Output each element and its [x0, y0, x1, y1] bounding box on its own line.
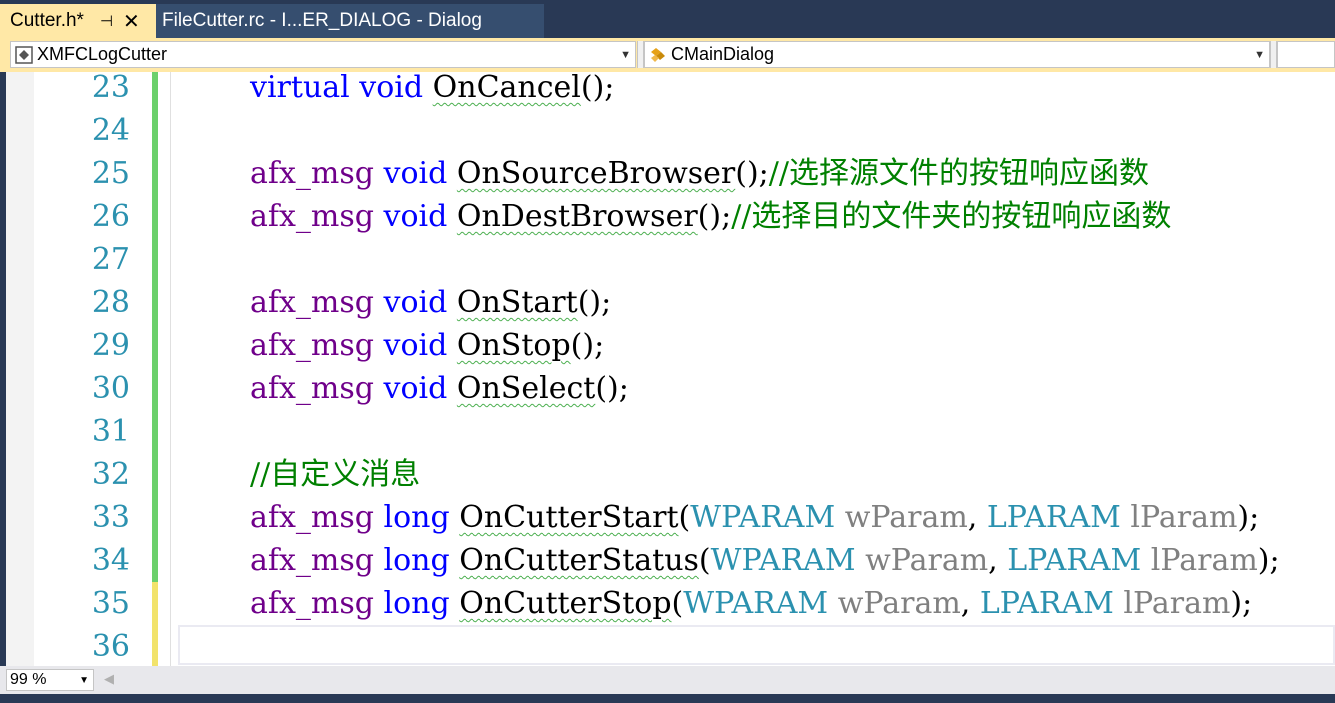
line-number: 31	[91, 414, 130, 449]
zoom-value: 99 %	[10, 671, 47, 688]
code-line: 33 afx_msg long OnCutterStart(WPARAM wPa…	[6, 496, 1335, 539]
code-line: 32 //自定义消息	[6, 453, 1335, 496]
project-dropdown[interactable]: XMFCLogCutter ▼	[10, 41, 636, 68]
code-line: 30 afx_msg void OnSelect();	[6, 367, 1335, 410]
tab-label: Cutter.h*	[10, 10, 84, 31]
code-text: afx_msg void OnSourceBrowser();//选择源文件的按…	[250, 156, 1149, 191]
tab-cutter-h[interactable]: Cutter.h* ⊣ ✕	[0, 4, 156, 38]
code-text: virtual void OnCancel();	[250, 72, 615, 105]
code-text: afx_msg long OnCutterStatus(WPARAM wPara…	[250, 543, 1280, 578]
zoom-dropdown[interactable]: 99 % ▼	[6, 669, 94, 691]
class-dropdown[interactable]: CMainDialog ▼	[644, 41, 1270, 68]
line-number: 35	[91, 586, 130, 621]
code-line: 31	[6, 410, 1335, 453]
code-line: 34 afx_msg long OnCutterStatus(WPARAM wP…	[6, 539, 1335, 582]
code-line: 28 afx_msg void OnStart();	[6, 281, 1335, 324]
code-text: afx_msg long OnCutterStart(WPARAM wParam…	[250, 500, 1260, 535]
navigation-bar: XMFCLogCutter ▼ CMainDialog ▼	[0, 38, 1335, 72]
code-text: afx_msg void OnStop();	[250, 328, 605, 363]
pin-icon[interactable]: ⊣	[100, 12, 113, 30]
line-number: 28	[91, 285, 130, 320]
code-text: afx_msg void OnSelect();	[250, 371, 629, 406]
chevron-down-icon: ▼	[1254, 48, 1265, 61]
line-number: 34	[91, 543, 130, 578]
document-tab-strip: Cutter.h* ⊣ ✕ FileCutter.rc - I...ER_DIA…	[0, 0, 1335, 38]
line-number: 33	[91, 500, 130, 535]
code-line: 26 afx_msg void OnDestBrowser();//选择目的文件…	[6, 195, 1335, 238]
combo-splitter[interactable]	[1270, 41, 1277, 68]
code-comment: //选择目的文件夹的按钮响应函数	[731, 199, 1172, 234]
close-icon[interactable]: ✕	[123, 9, 140, 34]
class-icon	[649, 46, 667, 64]
code-line: 35 afx_msg long OnCutterStop(WPARAM wPar…	[6, 582, 1335, 625]
chevron-down-icon: ▼	[620, 48, 631, 61]
tab-label: FileCutter.rc - I...ER_DIALOG - Dialog	[162, 10, 482, 31]
member-dropdown[interactable]	[1277, 41, 1335, 68]
code-line: 23 virtual void OnCancel();	[6, 72, 1335, 109]
line-number: 23	[91, 72, 130, 105]
code-text: afx_msg void OnDestBrowser();//选择目的文件夹的按…	[250, 199, 1172, 234]
line-number: 32	[91, 457, 130, 492]
line-number: 30	[91, 371, 130, 406]
combo-splitter[interactable]	[637, 41, 644, 68]
tab-filecutter-rc[interactable]: FileCutter.rc - I...ER_DIALOG - Dialog	[156, 4, 544, 38]
window-bottom-border	[0, 694, 1335, 703]
code-line: 29 afx_msg void OnStop();	[6, 324, 1335, 367]
line-number: 25	[91, 156, 130, 191]
code-line: 36	[6, 625, 1335, 666]
code-text: afx_msg long OnCutterStop(WPARAM wParam,…	[250, 586, 1253, 621]
class-combo-value: CMainDialog	[671, 44, 775, 64]
project-icon	[15, 45, 33, 64]
code-text: afx_msg void OnStart();	[250, 285, 612, 320]
code-line: 27	[6, 238, 1335, 281]
code-comment: //选择源文件的按钮响应函数	[768, 156, 1149, 191]
code-line: 24	[6, 109, 1335, 152]
code-line: 25 afx_msg void OnSourceBrowser();//选择源文…	[6, 152, 1335, 195]
line-number: 27	[91, 242, 130, 277]
horizontal-scrollbar[interactable]: 99 % ▼ ◀	[0, 666, 1335, 694]
scroll-left-icon[interactable]: ◀	[104, 671, 114, 687]
code-comment: //自定义消息	[250, 457, 421, 492]
project-combo-value: XMFCLogCutter	[37, 44, 168, 64]
code-text: //自定义消息	[250, 453, 420, 496]
line-number: 24	[91, 113, 130, 148]
line-number: 36	[91, 629, 130, 664]
line-number: 29	[91, 328, 130, 363]
line-number: 26	[91, 199, 130, 234]
chevron-down-icon: ▼	[79, 674, 89, 686]
code-editor[interactable]: 23 virtual void OnCancel(); 24 25 afx_ms…	[6, 72, 1335, 666]
